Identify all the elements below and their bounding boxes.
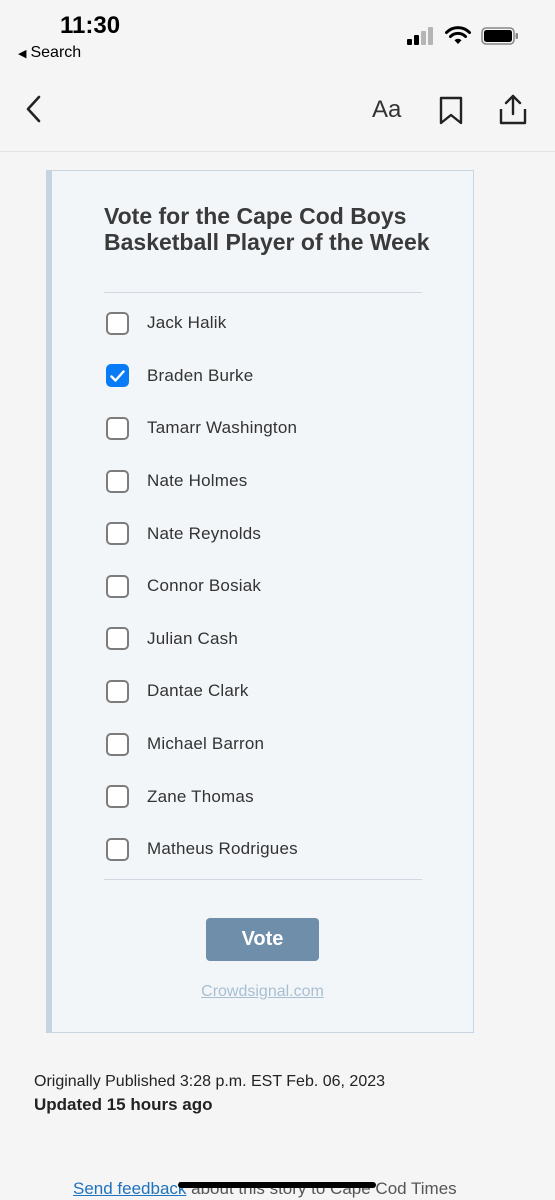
poll-title: Vote for the Cape Cod Boys Basketball Pl… xyxy=(104,203,430,255)
poll-option-label: Dantae Clark xyxy=(147,681,249,701)
checkbox[interactable] xyxy=(106,364,129,388)
checkbox[interactable] xyxy=(106,732,129,756)
vote-button[interactable]: Vote xyxy=(206,918,319,961)
article-toolbar: Aa xyxy=(0,70,555,152)
poll-option-label: Nate Holmes xyxy=(147,471,248,491)
poll-option-label: Braden Burke xyxy=(147,365,254,385)
poll-option[interactable]: Julian Cash xyxy=(106,613,426,666)
bookmark-icon[interactable] xyxy=(438,96,464,126)
back-triangle-icon: ◀ xyxy=(18,47,27,60)
published-date: Originally Published 3:28 p.m. EST Feb. … xyxy=(34,1073,386,1090)
poll-divider-top xyxy=(104,292,422,293)
checkmark-icon xyxy=(110,370,125,382)
poll-option-label: Connor Bosiak xyxy=(147,576,262,596)
back-to-search-label: Search xyxy=(30,44,82,61)
poll-option[interactable]: Matheus Rodrigues xyxy=(106,823,426,876)
status-icons xyxy=(407,26,519,46)
checkbox[interactable] xyxy=(106,416,129,440)
poll-option[interactable]: Braden Burke xyxy=(106,350,426,403)
share-icon[interactable] xyxy=(498,94,528,126)
poll-option[interactable]: Tamarr Washington xyxy=(106,402,426,455)
poll-options: Jack Halik Braden Burke Tamarr Washingto… xyxy=(106,297,426,876)
poll-option[interactable]: Zane Thomas xyxy=(106,770,426,823)
poll-option-label: Michael Barron xyxy=(147,734,265,754)
poll-option[interactable]: Michael Barron xyxy=(106,718,426,771)
poll-option-label: Nate Reynolds xyxy=(147,523,262,543)
cellular-signal-icon xyxy=(407,27,433,45)
checkbox[interactable] xyxy=(106,469,129,493)
checkbox[interactable] xyxy=(106,574,129,598)
checkbox[interactable] xyxy=(106,311,129,335)
poll-option-label: Matheus Rodrigues xyxy=(147,839,298,859)
checkbox[interactable] xyxy=(106,522,129,546)
text-size-button[interactable]: Aa xyxy=(372,96,401,124)
battery-icon xyxy=(481,27,518,45)
checkbox[interactable] xyxy=(106,785,129,809)
updated-time: Updated 15 hours ago xyxy=(34,1095,213,1114)
wifi-icon xyxy=(445,26,471,44)
status-bar: 11:30 ◀ Search xyxy=(0,0,555,70)
poll-option[interactable]: Dantae Clark xyxy=(106,665,426,718)
status-time: 11:30 xyxy=(60,12,121,39)
poll-option[interactable]: Connor Bosiak xyxy=(106,560,426,613)
poll-option-label: Julian Cash xyxy=(147,628,239,648)
poll-option[interactable]: Nate Holmes xyxy=(106,455,426,508)
checkbox[interactable] xyxy=(106,837,129,861)
poll-divider-bottom xyxy=(104,879,422,880)
poll-option-label: Zane Thomas xyxy=(147,786,254,806)
crowdsignal-link[interactable]: Crowdsignal.com xyxy=(52,983,473,1001)
poll-option-label: Tamarr Washington xyxy=(147,418,298,438)
home-indicator xyxy=(178,1182,376,1188)
back-to-search-link[interactable]: ◀ Search xyxy=(18,44,81,62)
checkbox[interactable] xyxy=(106,679,129,703)
poll-option[interactable]: Nate Reynolds xyxy=(106,507,426,560)
poll-option[interactable]: Jack Halik xyxy=(106,297,426,350)
send-feedback-link[interactable]: Send feedback xyxy=(73,1179,186,1198)
poll-option-label: Jack Halik xyxy=(147,313,227,333)
poll-widget: Vote for the Cape Cod Boys Basketball Pl… xyxy=(46,170,474,1033)
back-chevron-icon[interactable] xyxy=(22,94,46,124)
checkbox[interactable] xyxy=(106,627,129,651)
